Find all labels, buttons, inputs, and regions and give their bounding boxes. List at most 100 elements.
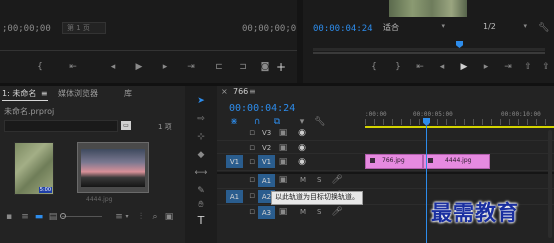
sync-lock-icon[interactable]: ▣ bbox=[278, 207, 288, 217]
lock-icon[interactable]: ▫ bbox=[248, 175, 256, 185]
step-fwd-icon[interactable]: ▸ bbox=[481, 62, 491, 72]
search-input[interactable] bbox=[4, 120, 118, 132]
fit-dropdown[interactable]: 适合 ▾ bbox=[383, 22, 445, 34]
track-label-a3[interactable]: A3 bbox=[258, 206, 275, 219]
timeline-scrollbar[interactable] bbox=[548, 130, 552, 238]
fx-icon bbox=[428, 158, 433, 163]
program-timecode[interactable]: 00:00:04:24 bbox=[313, 24, 373, 34]
chevron-down-icon[interactable]: ▾ bbox=[124, 212, 130, 222]
go-out-icon[interactable]: ⇥ bbox=[503, 62, 513, 72]
solo-button[interactable]: S bbox=[317, 176, 321, 184]
thumbnail-4444[interactable] bbox=[77, 142, 149, 193]
tab-project[interactable]: 1: 未命名 ≡ bbox=[2, 88, 48, 101]
sync-lock-icon[interactable]: ▣ bbox=[278, 143, 288, 153]
step-frame-fwd-icon[interactable]: ▸ bbox=[160, 62, 170, 72]
program-playhead[interactable] bbox=[456, 41, 463, 48]
eye-icon[interactable]: ◉ bbox=[297, 143, 307, 153]
tab-media-browser[interactable]: 媒体浏览器 bbox=[58, 88, 98, 99]
solo-button[interactable]: S bbox=[317, 208, 321, 216]
track-label-a1[interactable]: A1 bbox=[258, 174, 275, 187]
tab-sequence[interactable]: 766 bbox=[233, 87, 248, 96]
razor-tool-icon[interactable]: ◆ bbox=[195, 149, 207, 161]
step-back-icon[interactable]: ◂ bbox=[437, 62, 447, 72]
snap-icon[interactable]: ∩ bbox=[252, 117, 262, 127]
selection-tool-icon[interactable]: ➤ bbox=[195, 95, 207, 107]
automate-icon[interactable]: ⫶ bbox=[136, 212, 146, 222]
go-out-icon[interactable]: ⇥ bbox=[186, 62, 196, 72]
step-frame-back-icon[interactable]: ◂ bbox=[108, 62, 118, 72]
hand-tool-icon[interactable]: ✋︎ bbox=[195, 199, 207, 211]
lock-icon[interactable]: ▫ bbox=[248, 128, 256, 138]
source-scrub-bar[interactable] bbox=[0, 50, 297, 51]
extract-icon[interactable]: ⇪ bbox=[541, 62, 551, 72]
source-page-label: 第 1 页 bbox=[67, 24, 90, 32]
timeline-timecode[interactable]: 00:00:04:24 bbox=[229, 103, 295, 114]
track-label-a3-text: A3 bbox=[261, 208, 272, 217]
program-zoom-bar[interactable] bbox=[313, 52, 545, 54]
lift-icon[interactable]: ⇧ bbox=[523, 62, 533, 72]
overwrite-icon[interactable]: ⊐ bbox=[238, 62, 248, 72]
marker-icon[interactable]: ▾ bbox=[297, 117, 307, 127]
timeline-close-icon[interactable]: × bbox=[221, 87, 228, 96]
lock-icon[interactable]: ▪ bbox=[4, 212, 14, 222]
go-in-icon[interactable]: ⇤ bbox=[415, 62, 425, 72]
nest-icon[interactable]: ⋇ bbox=[229, 117, 239, 127]
work-area-bar[interactable] bbox=[365, 126, 554, 128]
program-scrub-bar[interactable] bbox=[313, 48, 545, 51]
mute-button[interactable]: M bbox=[300, 208, 306, 216]
icon-view-icon[interactable]: ▬ bbox=[34, 212, 44, 222]
new-bin-icon[interactable]: ▭ bbox=[121, 121, 131, 130]
lock-icon[interactable]: ▫ bbox=[248, 207, 256, 217]
clip-766[interactable]: 766.jpg bbox=[365, 154, 423, 169]
slip-tool-icon[interactable]: ⟷ bbox=[195, 167, 208, 179]
pen-tool-icon[interactable]: ✎ bbox=[195, 185, 207, 197]
add-button-icon[interactable]: + bbox=[276, 61, 286, 73]
lock-icon[interactable]: ▫ bbox=[248, 191, 256, 201]
play-icon[interactable]: ▶ bbox=[134, 62, 144, 72]
find-icon[interactable]: ⌕ bbox=[150, 212, 160, 222]
list-view-icon[interactable]: ≡ bbox=[20, 212, 30, 222]
mark-in-icon[interactable]: { bbox=[369, 62, 379, 72]
new-bin-icon[interactable]: ▣ bbox=[164, 212, 174, 222]
time-ruler[interactable] bbox=[365, 119, 554, 125]
zoom-slider[interactable] bbox=[62, 216, 102, 217]
wrench-icon[interactable]: 🔧︎ bbox=[538, 23, 549, 33]
freeform-view-icon[interactable]: ▤ bbox=[48, 212, 58, 222]
sync-lock-icon[interactable]: ▣ bbox=[278, 128, 288, 138]
step-back-icon[interactable]: { bbox=[35, 62, 45, 72]
lock-icon[interactable]: ▫ bbox=[248, 143, 256, 153]
menu-icon: ≡ bbox=[40, 89, 48, 98]
eye-icon[interactable]: ◉ bbox=[297, 157, 307, 167]
ripple-edit-tool-icon[interactable]: ⊹ bbox=[195, 131, 207, 143]
track-select-tool-icon[interactable]: ⇨ bbox=[195, 113, 207, 125]
tab-library[interactable]: 库 bbox=[124, 88, 132, 99]
timeline-playhead-line[interactable] bbox=[426, 126, 427, 243]
source-patch-v1[interactable]: V1 bbox=[226, 155, 243, 168]
source-page-box[interactable]: 第 1 页 bbox=[62, 22, 106, 34]
type-tool-icon[interactable]: T bbox=[195, 214, 207, 226]
sync-lock-icon[interactable]: ▣ bbox=[278, 157, 288, 167]
microphone-icon[interactable]: 🎤︎ bbox=[331, 175, 342, 185]
zoom-slider-handle[interactable] bbox=[60, 213, 66, 219]
track-label-v1[interactable]: V1 bbox=[258, 155, 275, 168]
mute-button[interactable]: M bbox=[300, 176, 306, 184]
sort-icon[interactable]: ≡ bbox=[114, 212, 124, 222]
go-in-icon[interactable]: ⇤ bbox=[68, 62, 78, 72]
thumbnail-duration-badge: 5:00 bbox=[38, 187, 52, 193]
insert-icon[interactable]: ⊏ bbox=[214, 62, 224, 72]
sync-lock-icon[interactable]: ▣ bbox=[278, 175, 288, 185]
eye-icon[interactable]: ◉ bbox=[297, 128, 307, 138]
play-icon[interactable]: ▶ bbox=[459, 62, 469, 72]
microphone-icon[interactable]: 🎤︎ bbox=[331, 207, 342, 217]
resolution-dropdown[interactable]: 1/2 ▾ bbox=[483, 22, 527, 34]
export-frame-icon[interactable]: ◙ bbox=[260, 62, 270, 72]
mark-out-icon[interactable]: } bbox=[393, 62, 403, 72]
thumbnail-766[interactable]: 5:00 bbox=[14, 142, 54, 195]
menu-icon[interactable]: ≡ bbox=[249, 87, 256, 96]
linked-selection-icon[interactable]: ⧉ bbox=[272, 117, 282, 127]
wrench-icon[interactable]: 🔧︎ bbox=[314, 117, 325, 127]
lock-icon[interactable]: ▫ bbox=[248, 157, 256, 167]
clip-4444[interactable]: 4444.jpg bbox=[423, 154, 490, 169]
track-label-v2: V2 bbox=[262, 144, 272, 152]
source-patch-a1[interactable]: A1 bbox=[226, 190, 243, 203]
